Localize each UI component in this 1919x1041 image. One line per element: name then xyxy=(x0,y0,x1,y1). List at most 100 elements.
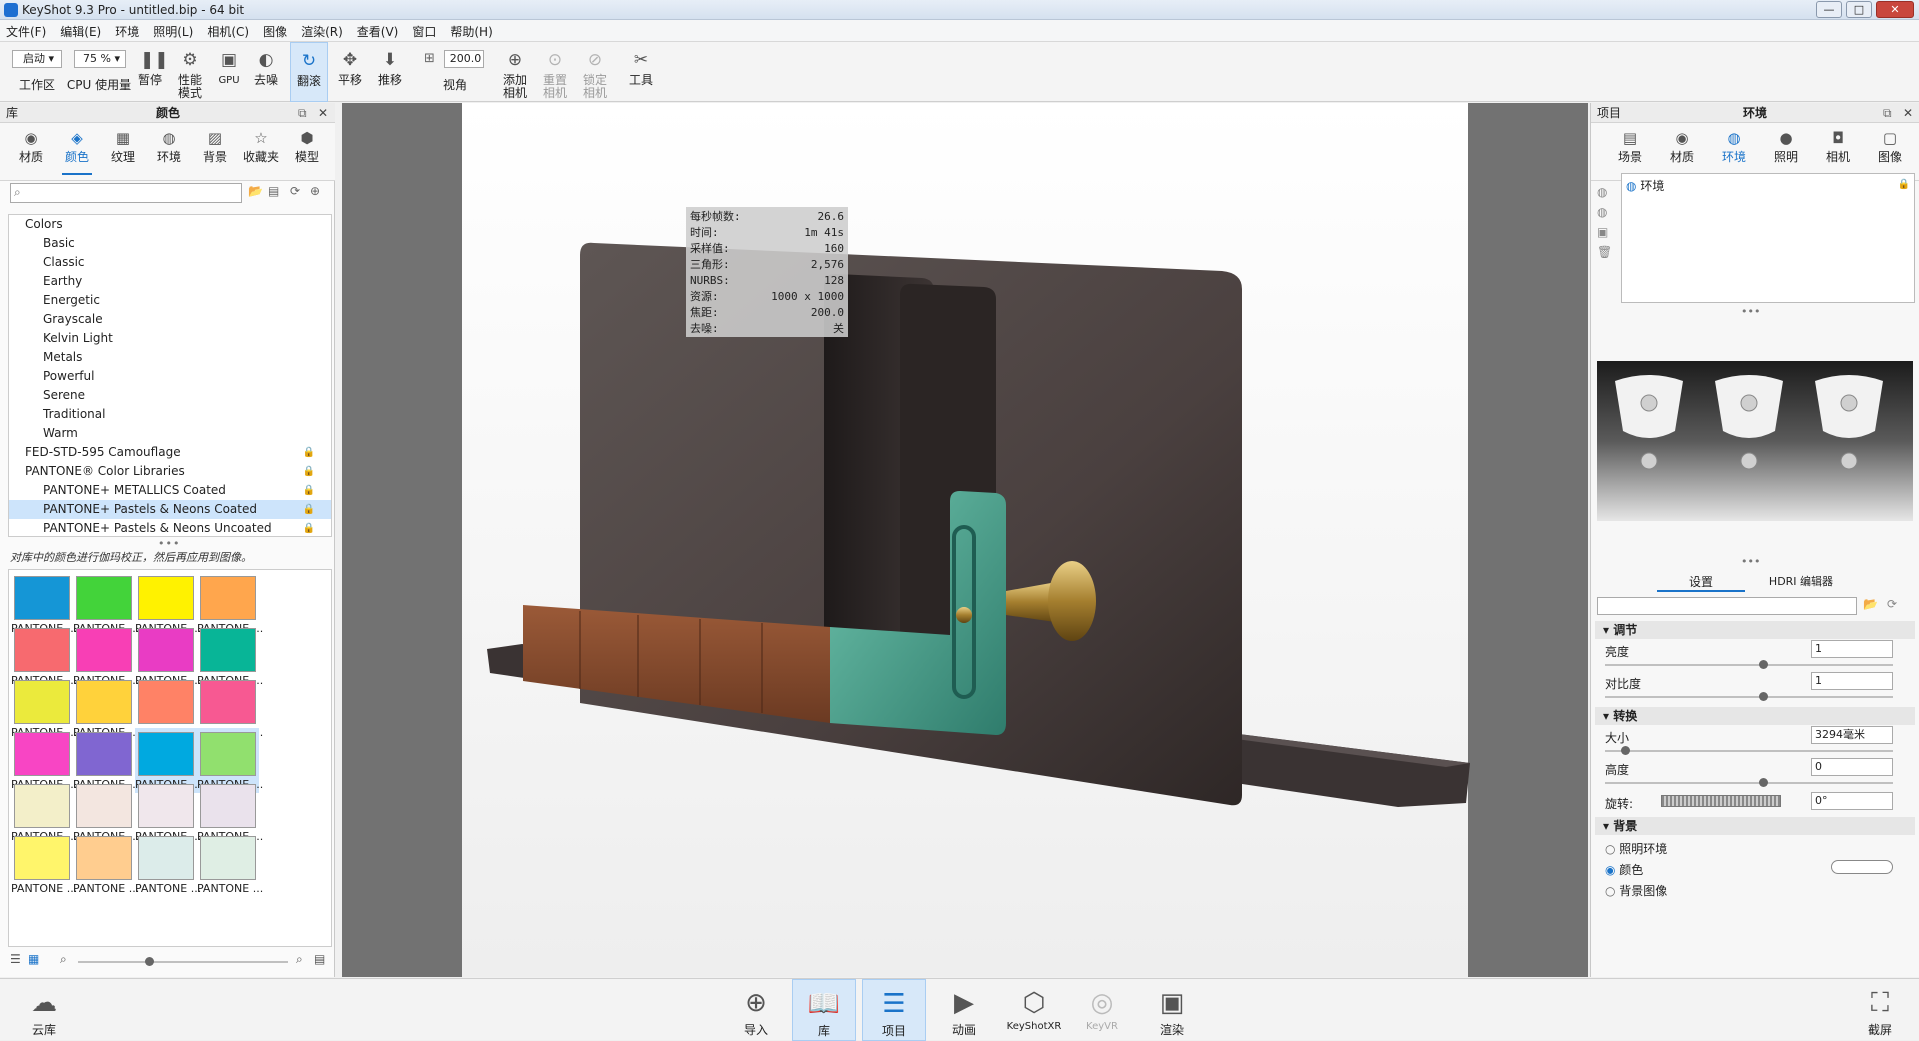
delete-trash-icon[interactable]: 🗑 xyxy=(1597,245,1617,259)
pan-button[interactable]: ✥ 平移 xyxy=(332,42,368,102)
radio-icon[interactable]: ○ xyxy=(1605,884,1619,898)
library-toggle-button[interactable]: 📖 库 xyxy=(792,979,856,1041)
background-radio-option[interactable]: ○ 背景图像 xyxy=(1605,881,1805,902)
contrast-slider[interactable] xyxy=(1605,696,1893,698)
undock-icon[interactable]: ⧉ xyxy=(298,103,307,123)
height-slider[interactable] xyxy=(1605,782,1893,784)
splitter-handle-mid[interactable]: ••• xyxy=(1741,555,1760,568)
tab-favorites[interactable]: ☆ 收藏夹 xyxy=(238,123,284,181)
library-search-input[interactable]: ⌕ xyxy=(10,183,242,203)
refresh-icon[interactable]: ⟳ xyxy=(290,184,300,198)
tree-item[interactable]: PANTONE+ Pastels & Neons Uncoated 🔒 xyxy=(9,519,331,536)
subtab-settings[interactable]: 设置 xyxy=(1657,573,1745,592)
tools-button[interactable]: ✂ 工具 xyxy=(622,42,660,102)
tab-materials[interactable]: ◉ 材质 xyxy=(8,123,54,181)
reset-camera-button[interactable]: ⊙ 重置 相机 xyxy=(536,42,574,102)
subtab-hdri-editor[interactable]: HDRI 编辑器 xyxy=(1751,573,1851,589)
tree-item[interactable]: Energetic xyxy=(9,291,331,310)
fov-input[interactable]: 200.0 xyxy=(444,50,484,68)
thumbnail-size-knob[interactable] xyxy=(145,957,154,966)
menu-view[interactable]: 查看(V) xyxy=(351,20,407,40)
section-adjust[interactable]: ▾ 调节 xyxy=(1595,621,1915,639)
tree-item[interactable]: PANTONE+ METALLICS Coated 🔒 xyxy=(9,481,331,500)
menu-edit[interactable]: 编辑(E) xyxy=(54,20,109,40)
tree-item[interactable]: Powerful xyxy=(9,367,331,386)
project-toggle-button[interactable]: ☰ 项目 xyxy=(862,979,926,1041)
color-swatch[interactable]: PANTONE ... xyxy=(73,832,139,897)
hdri-preview[interactable] xyxy=(1597,361,1913,521)
radio-icon[interactable]: ○ xyxy=(1605,842,1619,856)
color-swatch[interactable]: PANTONE ... xyxy=(135,832,201,897)
brightness-slider[interactable] xyxy=(1605,664,1893,666)
thumbnail-size-slider[interactable] xyxy=(78,961,288,963)
keyshotxr-button[interactable]: ⬡ KeyShotXR xyxy=(1000,979,1068,1041)
tree-item[interactable]: Colors xyxy=(9,215,331,234)
radio-icon[interactable]: ◉ xyxy=(1605,863,1619,877)
gpu-button[interactable]: ▣ GPU xyxy=(212,42,246,102)
tree-item[interactable]: PANTONE+ Pastels & Neons Coated 🔒 xyxy=(9,500,331,519)
real-time-viewport[interactable]: 每秒帧数: 26.6 时间: 1m 41s 采样值: 160 三角形: 2,576 NURBS:… xyxy=(342,103,1588,977)
contrast-knob[interactable] xyxy=(1759,692,1769,701)
tree-item[interactable]: Kelvin Light xyxy=(9,329,331,348)
height-knob[interactable] xyxy=(1759,778,1769,787)
size-input[interactable]: 3294毫米 xyxy=(1811,726,1893,744)
keyvr-button[interactable]: ◎ KeyVR xyxy=(1070,979,1134,1041)
cpu-usage-select[interactable]: 75 % ▾ xyxy=(74,50,126,68)
open-folder-icon[interactable]: 📂 xyxy=(248,184,263,198)
size-slider[interactable] xyxy=(1605,750,1893,752)
duplicate-environment-icon[interactable]: ◍ xyxy=(1597,205,1617,219)
rotation-input[interactable]: 0° xyxy=(1811,792,1893,810)
add-camera-button[interactable]: ⊕ 添加 相机 xyxy=(496,42,534,102)
close-button[interactable]: ✕ xyxy=(1876,1,1914,18)
brightness-input[interactable]: 1 xyxy=(1811,640,1893,658)
menu-window[interactable]: 窗口 xyxy=(406,20,444,40)
add-environment-icon[interactable]: ◍ xyxy=(1597,185,1617,199)
pause-button[interactable]: ❚❚ 暂停 xyxy=(132,42,169,102)
grid-view-icon[interactable]: ▦ xyxy=(28,952,39,966)
menu-file[interactable]: 文件(F) xyxy=(0,20,54,40)
menu-camera[interactable]: 相机(C) xyxy=(201,20,257,40)
crosshair-icon[interactable]: ⊕ xyxy=(310,184,320,198)
height-input[interactable]: 0 xyxy=(1811,758,1893,776)
rotation-jog-wheel[interactable] xyxy=(1661,795,1781,807)
menu-help[interactable]: 帮助(H) xyxy=(444,20,500,40)
animation-button[interactable]: ▶ 动画 xyxy=(932,979,996,1041)
tab-textures[interactable]: ▦ 纹理 xyxy=(100,123,146,181)
tree-item[interactable]: Earthy xyxy=(9,272,331,291)
tree-item[interactable]: FED-STD-595 Camouflage 🔒 xyxy=(9,443,331,462)
color-swatch[interactable]: PANTONE ... xyxy=(11,832,77,897)
cloud-library-button[interactable]: ☁ 云库 xyxy=(12,979,76,1041)
contrast-input[interactable]: 1 xyxy=(1811,672,1893,690)
tree-item[interactable]: Classic xyxy=(9,253,331,272)
menu-environment[interactable]: 环境 xyxy=(109,20,147,40)
render-button[interactable]: ▣ 渲染 xyxy=(1140,979,1204,1041)
save-environment-icon[interactable]: ▣ xyxy=(1597,225,1617,239)
maximize-button[interactable]: □ xyxy=(1846,1,1872,18)
minimize-button[interactable]: — xyxy=(1816,1,1842,18)
background-radio-option[interactable]: ○ 照明环境 xyxy=(1605,839,1805,860)
section-background[interactable]: ▾ 背景 xyxy=(1595,817,1915,835)
tree-item[interactable]: PANTONE® Color Libraries 🔒 xyxy=(9,462,331,481)
add-folder-icon[interactable]: ▤ xyxy=(268,184,279,198)
tree-item[interactable]: Basic xyxy=(9,234,331,253)
color-swatch[interactable]: PANTONE ... xyxy=(197,832,263,897)
lock-camera-button[interactable]: ⊘ 锁定 相机 xyxy=(576,42,614,102)
tab-colors[interactable]: ◈ 颜色 xyxy=(54,123,100,181)
tree-item[interactable]: Warm xyxy=(9,424,331,443)
close-panel-icon[interactable]: ✕ xyxy=(318,103,328,123)
brightness-knob[interactable] xyxy=(1759,660,1769,669)
import-button[interactable]: ⊕ 导入 xyxy=(724,979,788,1041)
background-radio-option[interactable]: ◉ 颜色 xyxy=(1605,860,1805,881)
tree-item[interactable]: Grayscale xyxy=(9,310,331,329)
tree-item[interactable]: Metals xyxy=(9,348,331,367)
performance-mode-button[interactable]: ⚙ 性能 模式 xyxy=(170,42,210,102)
tab-environments[interactable]: ◍ 环境 xyxy=(146,123,192,181)
dolly-button[interactable]: ⬇ 推移 xyxy=(372,42,408,102)
splitter-handle-top[interactable]: ••• xyxy=(1741,305,1760,318)
tumble-button[interactable]: ↻ 翻滚 xyxy=(290,42,328,102)
tree-item[interactable]: Traditional xyxy=(9,405,331,424)
list-view-icon[interactable]: ☰ xyxy=(10,952,21,966)
add-folder-footer-icon[interactable]: ▤ xyxy=(314,952,325,966)
section-transform[interactable]: ▾ 转换 xyxy=(1595,707,1915,725)
menu-render[interactable]: 渲染(R) xyxy=(295,20,351,40)
